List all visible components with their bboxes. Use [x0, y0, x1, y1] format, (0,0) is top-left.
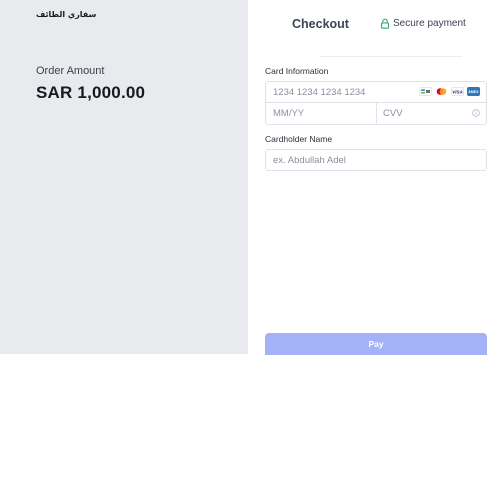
expiry-input[interactable]: MM/YY — [266, 103, 377, 124]
order-amount-label: Order Amount — [36, 65, 105, 77]
cvv-input[interactable]: CVV — [377, 103, 486, 124]
info-icon — [472, 109, 480, 117]
mastercard-icon — [436, 88, 447, 95]
pay-button[interactable]: Pay — [265, 333, 487, 355]
amex-logo-text: AMEX — [468, 90, 479, 94]
card-number-input[interactable]: 1234 1234 1234 1234 VISA AMEX — [266, 82, 486, 103]
visa-logo-text: VISA — [452, 89, 463, 94]
cardholder-name-label: Cardholder Name — [265, 134, 333, 144]
order-summary-panel — [0, 0, 248, 354]
cardholder-name-placeholder: ex. Abdullah Adel — [273, 155, 346, 166]
checkout-title: Checkout — [292, 17, 349, 31]
card-information-group: 1234 1234 1234 1234 VISA AMEX MM/YY CVV — [265, 81, 487, 125]
secure-payment-label: Secure payment — [393, 18, 466, 29]
merchant-name: سفاري الطائف — [36, 10, 97, 19]
cvv-placeholder: CVV — [383, 108, 403, 119]
secure-payment-indicator: Secure payment — [380, 18, 466, 29]
card-information-label: Card Information — [265, 66, 329, 76]
card-brand-logos: VISA AMEX — [419, 87, 480, 96]
header-divider — [320, 56, 462, 57]
order-amount-value: SAR 1,000.00 — [36, 83, 146, 102]
mada-icon — [419, 87, 432, 96]
cardholder-name-input[interactable]: ex. Abdullah Adel — [265, 149, 487, 171]
checkout-panel — [248, 0, 500, 354]
lock-icon — [380, 18, 390, 29]
visa-icon: VISA — [451, 87, 464, 96]
card-number-placeholder: 1234 1234 1234 1234 — [273, 87, 366, 98]
amex-icon: AMEX — [467, 87, 480, 96]
expiry-placeholder: MM/YY — [273, 108, 305, 119]
